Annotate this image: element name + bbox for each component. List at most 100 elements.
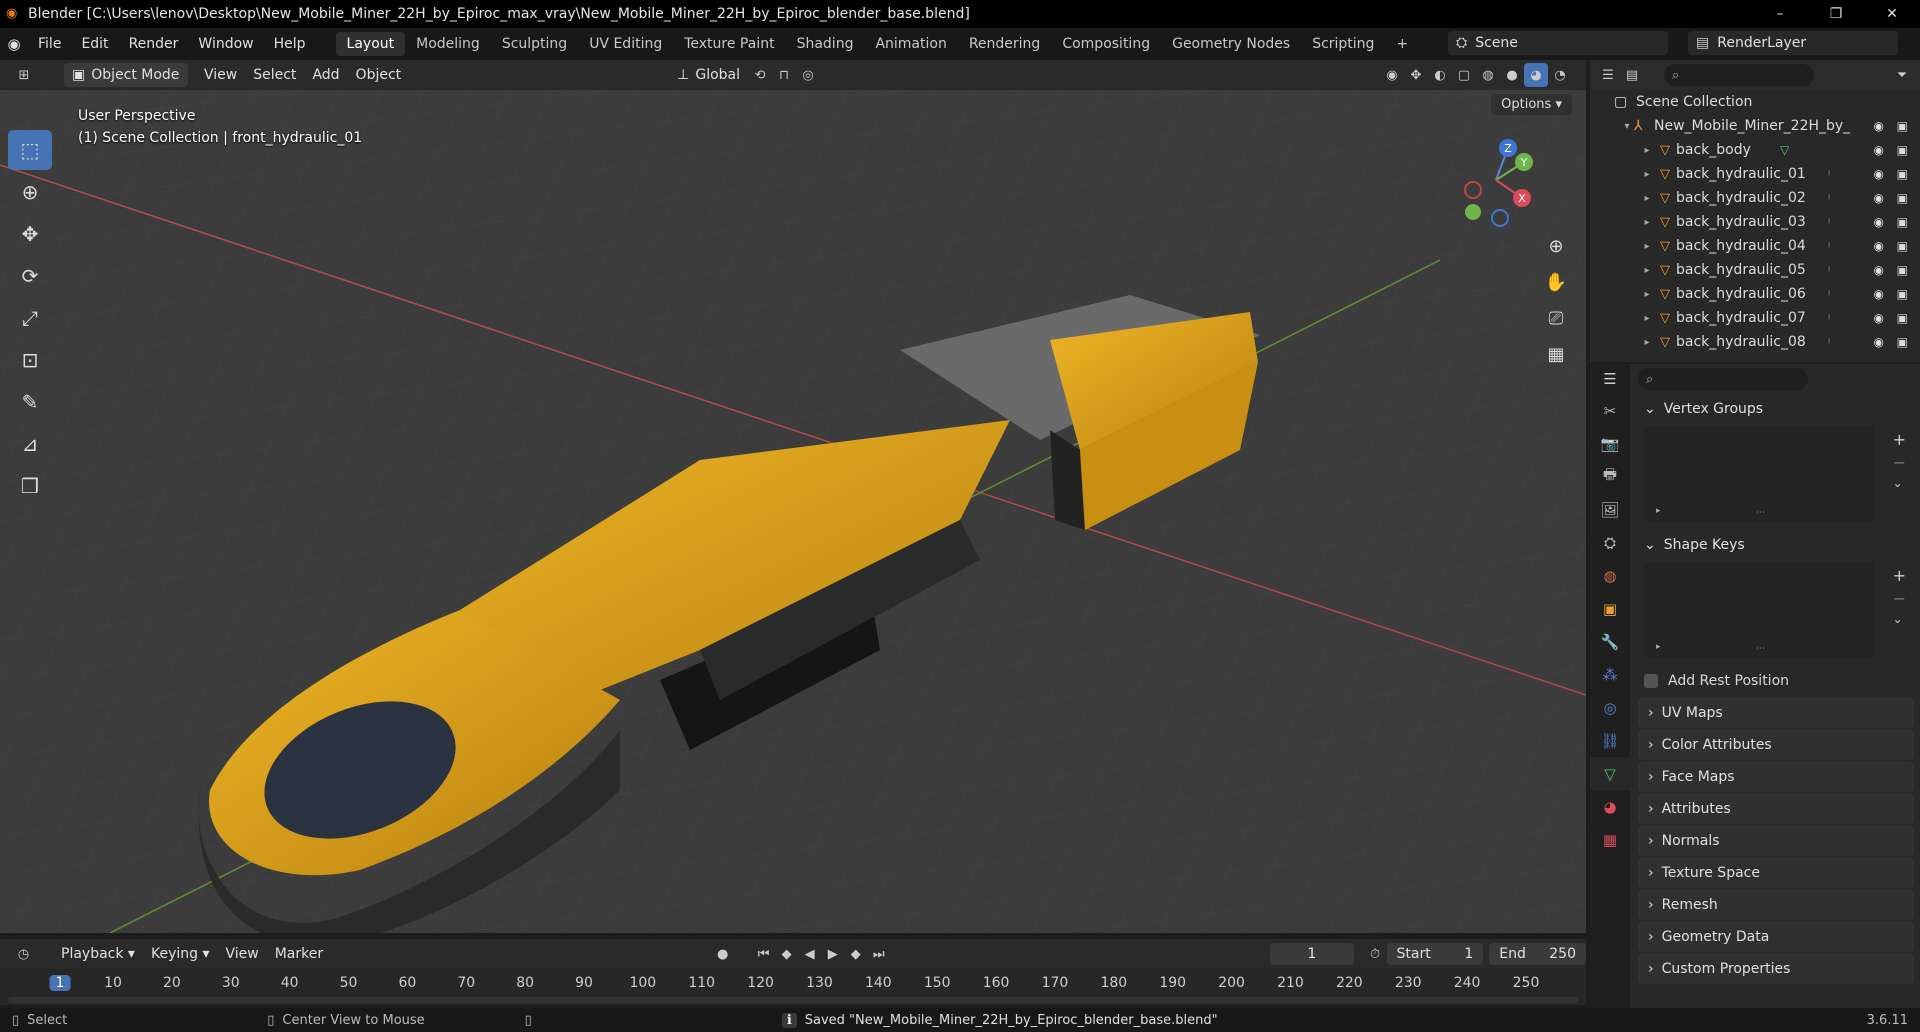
visibility-eye-icon[interactable]: ◉	[1874, 239, 1884, 253]
view-layer-tab-icon[interactable]: 🖼	[1590, 493, 1630, 526]
menu-playback[interactable]: Playback ▾	[53, 942, 143, 966]
expand-right-icon[interactable]: ▸	[1640, 169, 1654, 180]
visibility-eye-icon[interactable]: ◉	[1874, 119, 1884, 133]
tab-scripting[interactable]: Scripting	[1301, 32, 1385, 56]
close-button[interactable]: ✕	[1864, 0, 1920, 28]
rotate-icon[interactable]: ⟳	[8, 256, 52, 296]
frame-tick[interactable]: 50	[340, 975, 358, 991]
visibility-eye-icon[interactable]: ◉	[1874, 143, 1884, 157]
ortho-grid-icon[interactable]: ▦	[1540, 338, 1572, 370]
3d-viewport[interactable]: ⬚ ⊕ ✥ ⟳ ⤢ ⊡ ✎ ⊿ ❒ User Perspective (1) S…	[0, 90, 1586, 933]
list-expand-icon[interactable]: ▸	[1656, 642, 1661, 652]
xray-icon[interactable]: ▢	[1452, 63, 1476, 87]
frame-tick[interactable]: 10	[104, 975, 122, 991]
outliner-item[interactable]: ▸ ▽ back_hydraulic_07 ᵎ ◉ ▣	[1590, 306, 1920, 330]
shading-wireframe-icon[interactable]: ◍	[1476, 63, 1500, 87]
gizmo-toggle-icon[interactable]: ✥	[1404, 63, 1428, 87]
panel-normals[interactable]: › Normals	[1638, 826, 1914, 856]
tab-sculpting[interactable]: Sculpting	[491, 32, 578, 56]
frame-tick[interactable]: 90	[575, 975, 593, 991]
menu-view[interactable]: View	[196, 63, 245, 87]
play-icon[interactable]: ▶	[821, 942, 844, 966]
render-camera-icon[interactable]: ▣	[1897, 143, 1908, 157]
timeline-editor-type-icon[interactable]: ◷	[12, 942, 35, 966]
expand-right-icon[interactable]: ▸	[1640, 313, 1654, 324]
outliner-search-input[interactable]: ⌕	[1664, 64, 1814, 86]
frame-tick[interactable]: 220	[1336, 975, 1363, 991]
visibility-eye-icon[interactable]: ◉	[1874, 311, 1884, 325]
visibility-eye-icon[interactable]: ◉	[1874, 191, 1884, 205]
end-frame-field[interactable]: End 250	[1489, 943, 1586, 965]
render-camera-icon[interactable]: ▣	[1897, 191, 1908, 205]
expand-down-icon[interactable]: ▾	[1620, 121, 1634, 132]
mode-dropdown[interactable]: ▣ Object Mode	[64, 63, 188, 87]
object-tab-icon[interactable]: ▣	[1590, 592, 1630, 625]
panel-texture-space[interactable]: › Texture Space	[1638, 858, 1914, 888]
render-camera-icon[interactable]: ▣	[1897, 239, 1908, 253]
frame-tick[interactable]: 240	[1454, 975, 1481, 991]
frame-tick[interactable]: 40	[281, 975, 299, 991]
expand-right-icon[interactable]: ▸	[1640, 289, 1654, 300]
frame-tick[interactable]: 110	[688, 975, 715, 991]
tool-tab-icon[interactable]: ✂	[1590, 394, 1630, 427]
frame-tick[interactable]: 160	[983, 975, 1010, 991]
cursor-icon[interactable]: ⊕	[8, 172, 52, 212]
jump-start-icon[interactable]: ⏮	[752, 942, 775, 966]
pan-hand-icon[interactable]: ✋	[1540, 266, 1572, 298]
tab-texture-paint[interactable]: Texture Paint	[673, 32, 785, 56]
overlays-icon[interactable]: ◐	[1428, 63, 1452, 87]
outliner-item[interactable]: ▸ ▽ back_hydraulic_01 ᵎ ◉ ▣	[1590, 162, 1920, 186]
vertex-groups-list[interactable]: ▸ ⋯	[1644, 426, 1874, 522]
outliner-item[interactable]: ▸ ▽ back_hydraulic_06 ᵎ ◉ ▣	[1590, 282, 1920, 306]
mesh-data-tab-icon[interactable]: ▽	[1590, 757, 1630, 790]
visibility-eye-icon[interactable]: ◉	[1874, 335, 1884, 349]
remove-vertex-group-button[interactable]: −	[1893, 453, 1906, 472]
timeline-ruler[interactable]: 1 10 20 30 40 50 60 70 80 90 100 110 120 130 140 150 160…	[0, 969, 1586, 1005]
select-box-icon[interactable]: ⬚	[8, 130, 52, 170]
render-camera-icon[interactable]: ▣	[1897, 287, 1908, 301]
visibility-icon[interactable]: ◉	[1380, 63, 1404, 87]
menu-help[interactable]: Help	[264, 32, 316, 56]
properties-search-input[interactable]: ⌕	[1638, 368, 1808, 390]
visibility-eye-icon[interactable]: ◉	[1874, 263, 1884, 277]
output-tab-icon[interactable]: 🖶	[1590, 460, 1630, 493]
render-camera-icon[interactable]: ▣	[1897, 263, 1908, 277]
outliner-item[interactable]: ▸ ▽ back_hydraulic_05 ᵎ ◉ ▣	[1590, 258, 1920, 282]
physics-tab-icon[interactable]: ◎	[1590, 691, 1630, 724]
render-camera-icon[interactable]: ▣	[1897, 119, 1908, 133]
shading-rendered-icon[interactable]: ◔	[1548, 63, 1572, 87]
render-camera-icon[interactable]: ▣	[1897, 335, 1908, 349]
panel-color-attributes[interactable]: › Color Attributes	[1638, 730, 1914, 760]
add-workspace-button[interactable]: +	[1385, 32, 1419, 56]
shading-material-icon[interactable]: ◕	[1524, 63, 1548, 87]
properties-editor-type-icon[interactable]: ☰	[1590, 364, 1630, 394]
remove-shape-key-button[interactable]: −	[1893, 589, 1906, 608]
orientation-dropdown[interactable]: ⊥ Global	[669, 63, 748, 87]
preview-range-icon[interactable]: ⏱	[1364, 942, 1387, 966]
editor-type-icon[interactable]: ⊞	[12, 63, 36, 87]
expand-right-icon[interactable]: ▸	[1640, 217, 1654, 228]
next-keyframe-icon[interactable]: ◆	[844, 942, 867, 966]
options-button[interactable]: Options ▾	[1491, 94, 1572, 115]
panel-remesh[interactable]: › Remesh	[1638, 890, 1914, 920]
frame-tick[interactable]: 60	[398, 975, 416, 991]
world-tab-icon[interactable]: ◍	[1590, 559, 1630, 592]
menu-timeline-view[interactable]: View	[217, 942, 266, 966]
particles-tab-icon[interactable]: ⁂	[1590, 658, 1630, 691]
panel-face-maps[interactable]: › Face Maps	[1638, 762, 1914, 792]
measure-icon[interactable]: ⊿	[8, 424, 52, 464]
outliner-item[interactable]: ▸ ▽ back_body ▽ ◉ ▣	[1590, 138, 1920, 162]
expand-right-icon[interactable]: ▸	[1640, 241, 1654, 252]
scale-icon[interactable]: ⤢	[8, 298, 52, 338]
display-mode-icon[interactable]: ▤	[1620, 63, 1644, 87]
scene-selector[interactable]: ⛭ Scene	[1448, 31, 1668, 55]
vertex-groups-header[interactable]: ⌄ Vertex Groups	[1632, 394, 1920, 424]
outliner-row-collection[interactable]: ▾ ⅄ New_Mobile_Miner_22H_by_ ◉ ▣	[1590, 114, 1920, 138]
play-reverse-icon[interactable]: ◀	[798, 942, 821, 966]
visibility-eye-icon[interactable]: ◉	[1874, 287, 1884, 301]
material-tab-icon[interactable]: ◕	[1590, 790, 1630, 823]
visibility-eye-icon[interactable]: ◉	[1874, 167, 1884, 181]
frame-tick[interactable]: 120	[747, 975, 774, 991]
frame-tick[interactable]: 130	[806, 975, 833, 991]
expand-right-icon[interactable]: ▸	[1640, 337, 1654, 348]
